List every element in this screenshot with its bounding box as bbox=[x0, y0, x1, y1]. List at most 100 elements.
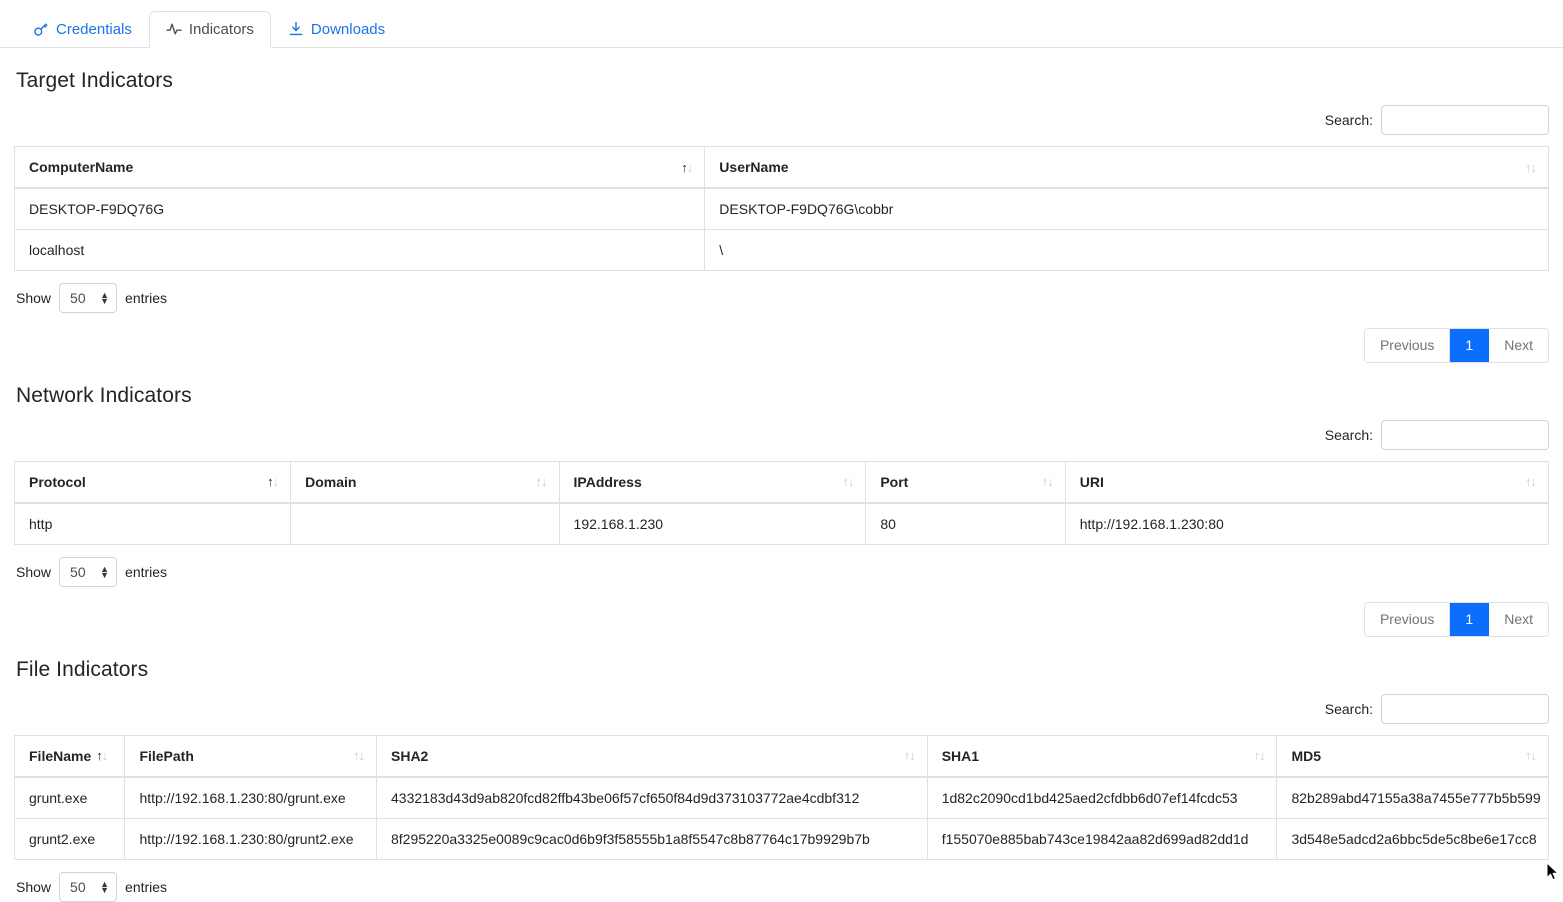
table-cell: http://192.168.1.230:80 bbox=[1064, 502, 1550, 545]
column-header-protocol[interactable]: Protocol ↑↓ bbox=[13, 460, 292, 504]
table-cell: http://192.168.1.230:80/grunt.exe bbox=[124, 776, 377, 819]
pagination-previous-button[interactable]: Previous bbox=[1364, 329, 1451, 362]
column-header-ipaddress[interactable]: IPAddress ↑↓ bbox=[558, 460, 867, 504]
show-label: Show bbox=[16, 290, 52, 306]
length-menu: Show 50 ▲ ▼ entries bbox=[14, 556, 1549, 587]
sort-ascending-icon[interactable]: ↑↓ bbox=[681, 161, 693, 174]
column-header-label: Port bbox=[880, 473, 909, 490]
table-cell: 3d548e5adcd2a6bbc5de5c8be6e17cc8 bbox=[1276, 817, 1549, 860]
column-header-port[interactable]: Port ↑↓ bbox=[865, 460, 1066, 504]
table-cell: DESKTOP-F9DQ76G bbox=[13, 188, 706, 230]
column-header-username[interactable]: UserName ↑↓ bbox=[704, 146, 1549, 189]
table-cell: http://192.168.1.230:80/grunt2.exe bbox=[124, 817, 377, 860]
table-row[interactable]: DESKTOP-F9DQ76G DESKTOP-F9DQ76G\cobbr bbox=[13, 188, 1549, 230]
table-network-indicators: Protocol ↑↓ Domain ↑↓ IPAddress ↑↓ Port ↑↓ URI ↑↓… bbox=[13, 460, 1550, 545]
column-header-filepath[interactable]: FilePath ↑↓ bbox=[124, 734, 377, 778]
sort-none-icon[interactable]: ↑↓ bbox=[1042, 475, 1054, 488]
column-header-filename[interactable]: FileName ↑↓ bbox=[13, 734, 126, 778]
column-header-md5[interactable]: MD5 ↑↓ bbox=[1276, 734, 1549, 778]
column-header-label: FileName bbox=[29, 747, 92, 764]
tab-bar: Credentials Indicators Downloads bbox=[0, 0, 1563, 48]
column-header-label: UserName bbox=[719, 159, 789, 175]
sort-ascending-icon[interactable]: ↑↓ bbox=[96, 749, 108, 762]
column-header-label: ComputerName bbox=[29, 159, 134, 175]
sort-none-icon[interactable]: ↑↓ bbox=[904, 749, 916, 762]
table-cell: 192.168.1.230 bbox=[558, 502, 867, 545]
table-cell: 1d82c2090cd1bd425aed2cfdbb6d07ef14fcdc53 bbox=[926, 776, 1278, 819]
indicators-panel: Target Indicators Search: ComputerName ↑↓ Us… bbox=[0, 69, 1563, 902]
tab-label: Credentials bbox=[56, 20, 132, 38]
pagination: Previous 1 Next bbox=[1363, 601, 1549, 637]
tab-indicators[interactable]: Indicators bbox=[148, 11, 271, 48]
key-icon bbox=[33, 21, 49, 37]
search-row: Search: bbox=[14, 105, 1549, 135]
page-length-select[interactable]: 50 ▲ ▼ bbox=[59, 283, 118, 313]
table-cell: localhost bbox=[13, 229, 706, 271]
sort-none-icon[interactable]: ↑↓ bbox=[1253, 749, 1265, 762]
download-icon bbox=[288, 21, 304, 37]
page-length-value: 50 bbox=[70, 563, 86, 580]
search-row: Search: bbox=[14, 693, 1549, 724]
section-file-indicators: File Indicators Search: FileName ↑↓ FilePath… bbox=[13, 657, 1549, 902]
sort-none-icon[interactable]: ↑↓ bbox=[353, 749, 365, 762]
table-row[interactable]: http 192.168.1.230 80 http://192.168.1.230:… bbox=[13, 502, 1550, 545]
column-header-sha2[interactable]: SHA2 ↑↓ bbox=[376, 734, 928, 778]
activity-pulse-icon bbox=[166, 21, 182, 37]
page-length-value: 50 bbox=[70, 290, 86, 306]
tab-downloads[interactable]: Downloads bbox=[271, 11, 402, 48]
search-row: Search: bbox=[14, 419, 1549, 450]
table-header-row: FileName ↑↓ FilePath ↑↓ SHA2 ↑↓ SHA1 ↑↓ MD5 ↑↓ bbox=[13, 734, 1549, 778]
search-label: Search: bbox=[1324, 700, 1373, 717]
sort-none-icon[interactable]: ↑↓ bbox=[1525, 475, 1537, 488]
table-cell: f155070e885bab743ce19842aa82d699ad82dd1d bbox=[926, 817, 1278, 860]
entries-label: entries bbox=[125, 290, 168, 306]
pagination-next-button[interactable]: Next bbox=[1489, 602, 1548, 636]
search-input[interactable] bbox=[1381, 693, 1549, 724]
section-title: Target Indicators bbox=[16, 69, 173, 92]
table-row[interactable]: grunt.exe http://192.168.1.230:80/grunt.e… bbox=[13, 776, 1549, 819]
tab-label: Downloads bbox=[310, 20, 386, 38]
column-header-label: MD5 bbox=[1291, 747, 1322, 764]
sort-none-icon[interactable]: ↑↓ bbox=[1525, 161, 1537, 174]
tab-credentials[interactable]: Credentials bbox=[16, 11, 149, 48]
sort-none-icon[interactable]: ↑↓ bbox=[842, 475, 854, 488]
search-input[interactable] bbox=[1381, 105, 1549, 135]
table-row[interactable]: grunt2.exe http://192.168.1.230:80/grunt2… bbox=[13, 817, 1549, 860]
column-header-domain[interactable]: Domain ↑↓ bbox=[290, 460, 560, 504]
section-network-indicators: Network Indicators Search: Protocol ↑↓ Domai… bbox=[13, 383, 1550, 637]
pagination-previous-button[interactable]: Previous bbox=[1364, 602, 1451, 636]
table-cell: http bbox=[13, 502, 292, 545]
tab-label: Indicators bbox=[188, 20, 254, 38]
column-header-label: Domain bbox=[305, 473, 357, 490]
table-header-row: ComputerName ↑↓ UserName ↑↓ bbox=[13, 146, 1549, 189]
column-header-computername[interactable]: ComputerName ↑↓ bbox=[13, 146, 706, 189]
pagination: Previous 1 Next bbox=[1363, 328, 1549, 363]
column-header-label: SHA2 bbox=[391, 747, 429, 764]
pagination-page-1-button[interactable]: 1 bbox=[1450, 329, 1490, 362]
entries-label: entries bbox=[125, 563, 168, 580]
sort-none-icon[interactable]: ↑↓ bbox=[536, 475, 548, 488]
table-cell: grunt.exe bbox=[13, 776, 126, 819]
table-cell: 4332183d43d9ab820fcd82ffb43be06f57cf650f… bbox=[376, 776, 928, 819]
chevron-up-down-icon: ▲ ▼ bbox=[100, 563, 110, 580]
length-menu: Show 50 ▲ ▼ entries bbox=[14, 283, 1549, 313]
pagination-next-button[interactable]: Next bbox=[1489, 329, 1548, 362]
section-title: File Indicators bbox=[16, 657, 149, 681]
section-title: Network Indicators bbox=[16, 383, 192, 407]
column-header-sha1[interactable]: SHA1 ↑↓ bbox=[926, 734, 1278, 778]
table-cell bbox=[290, 502, 560, 545]
page-length-select[interactable]: 50 ▲ ▼ bbox=[59, 556, 118, 587]
column-header-label: FilePath bbox=[139, 747, 194, 764]
column-header-label: Protocol bbox=[29, 473, 86, 490]
search-label: Search: bbox=[1324, 112, 1373, 128]
sort-none-icon[interactable]: ↑↓ bbox=[1525, 749, 1537, 762]
pagination-page-1-button[interactable]: 1 bbox=[1450, 602, 1490, 636]
table-cell: 8f295220a3325e0089c9cac0d6b9f3f58555b1a8… bbox=[376, 817, 928, 860]
pagination-row: Previous 1 Next bbox=[14, 601, 1549, 637]
search-label: Search: bbox=[1324, 426, 1373, 443]
table-row[interactable]: localhost \ bbox=[13, 229, 1549, 271]
table-file-indicators: FileName ↑↓ FilePath ↑↓ SHA2 ↑↓ SHA1 ↑↓ MD5 ↑↓ gru… bbox=[13, 734, 1549, 860]
search-input[interactable] bbox=[1381, 419, 1549, 450]
column-header-uri[interactable]: URI ↑↓ bbox=[1064, 460, 1550, 504]
sort-ascending-icon[interactable]: ↑↓ bbox=[267, 475, 279, 488]
